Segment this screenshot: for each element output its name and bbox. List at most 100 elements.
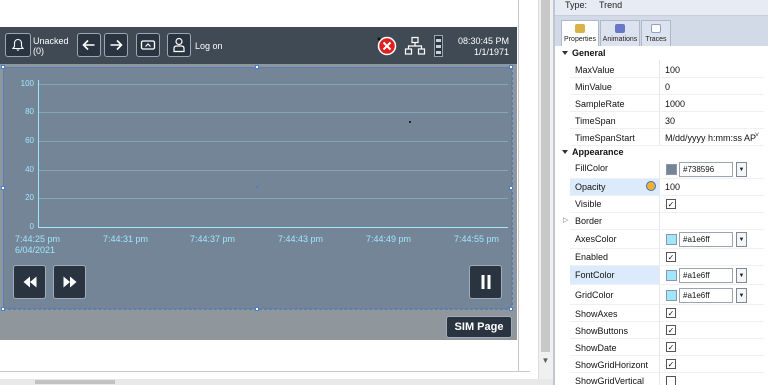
show-grid-vertical-checkbox[interactable] [666,376,676,385]
clock-time: 08:30:45 PM [457,36,509,46]
property-value[interactable]: M/dd/yyyy h:mm:ss AP [665,133,756,143]
dropdown-icon[interactable]: ▼ [736,232,747,247]
user-logon-button[interactable] [167,33,191,57]
connection-error-icon[interactable] [376,36,398,56]
alarm-button[interactable] [5,33,31,57]
property-name: TimeSpanStart [575,133,635,143]
property-name: Border [575,216,603,226]
dropdown-icon[interactable]: ▼ [736,268,747,283]
category-general[interactable]: General [560,46,764,60]
property-name: AxesColor [575,234,617,244]
property-row-showgridhorizontal[interactable]: ShowGridHorizont ✓ [570,356,764,373]
property-row-maxvalue[interactable]: MaxValue 100 [570,61,764,78]
tab-properties[interactable]: Properties [561,20,599,47]
tab-animations-label: Animations [602,36,638,43]
resize-handle[interactable] [1,186,5,190]
property-row-minvalue[interactable]: MinValue 0 [570,78,764,95]
show-buttons-checkbox[interactable]: ✓ [666,325,676,335]
back-button[interactable] [77,33,101,57]
property-row-fontcolor-value[interactable]: #a1e6ff ▼ [570,266,764,285]
canvas-edge [518,0,519,372]
property-row-opacity[interactable]: Opacity [570,179,659,196]
dropdown-icon[interactable]: ▼ [736,162,747,177]
property-name: ShowDate [575,343,617,353]
dropdown-icon[interactable]: ▼ [736,288,747,303]
property-name: ShowAxes [575,309,618,319]
property-row-showbuttons[interactable]: ShowButtons ✓ [570,322,764,339]
property-value[interactable]: 0 [665,82,670,92]
property-name: MaxValue [575,65,615,75]
property-row-timespan[interactable]: TimeSpan 30 [570,112,764,129]
chevron-down-icon[interactable]: ˅ [755,132,759,139]
grid-color-swatch[interactable] [666,290,677,301]
property-name: Opacity [575,182,606,192]
property-row-opacity-value[interactable]: 100 [659,179,764,196]
property-row-timespanstart[interactable]: TimeSpanStart M/dd/yyyy h:mm:ss AP ˅ [570,129,764,146]
property-name: MinValue [575,82,612,92]
property-row-enabled[interactable]: Enabled ✓ [570,249,764,266]
alarm-unacked-count: (0) [33,46,44,56]
category-appearance-label: Appearance [572,147,624,157]
binding-icon[interactable] [646,181,656,191]
fill-color-swatch[interactable] [666,164,677,175]
font-color-value[interactable]: #a1e6ff [679,268,733,283]
property-name: TimeSpan [575,116,616,126]
property-row-visible[interactable]: Visible ✓ [570,196,764,213]
property-row-showdate[interactable]: ShowDate ✓ [570,339,764,356]
resize-handle[interactable] [509,307,513,311]
property-row-axescolor[interactable]: AxesColor #a1e6ff ▼ [570,230,764,249]
tab-animations[interactable]: Animations [600,20,640,46]
show-grid-horizontal-checkbox[interactable]: ✓ [666,359,676,369]
screen-button[interactable] [136,33,160,57]
resize-handle[interactable] [1,65,5,69]
expand-icon[interactable]: ▷ [563,216,568,224]
resize-handle[interactable] [1,307,5,311]
resize-handle[interactable] [255,307,259,311]
category-general-label: General [572,48,606,58]
enabled-checkbox[interactable]: ✓ [666,252,676,262]
font-color-swatch[interactable] [666,270,677,281]
property-row-samplerate[interactable]: SampleRate 1000 [570,95,764,112]
tab-traces[interactable]: Traces [641,20,671,46]
type-row: Type: Trend [555,0,768,16]
property-row-showgridvertical[interactable]: ShowGridVertical [570,373,764,385]
clock-date: 1/1/1971 [473,47,509,57]
property-name: ShowGridHorizont [575,360,649,370]
property-name: Enabled [575,252,609,262]
fill-color-value[interactable]: #738596 [679,162,733,177]
network-icon[interactable] [404,36,426,56]
show-date-checkbox[interactable]: ✓ [666,342,676,352]
vertical-scrollbar-thumb[interactable] [541,0,550,352]
scroll-down-icon[interactable]: ▼ [539,356,552,366]
show-axes-checkbox[interactable]: ✓ [666,308,676,318]
device-status-icon[interactable] [434,35,443,57]
property-row-showaxes[interactable]: ShowAxes ✓ [570,305,764,322]
resize-handle[interactable] [509,65,513,69]
collapse-icon [562,150,568,154]
property-row-gridcolor[interactable]: GridColor #a1e6ff ▼ [570,285,764,305]
arrow-left-icon [82,39,95,51]
collapse-icon [562,51,568,55]
property-name: FillColor [575,163,609,173]
property-name: Visible [575,199,602,209]
property-name: ShowButtons [575,326,629,336]
horizontal-scrollbar-thumb[interactable] [35,380,115,384]
property-row-fillcolor[interactable]: FillColor #738596 ▼ [570,160,764,179]
grid-color-value[interactable]: #a1e6ff [679,288,733,303]
alarm-unacked-label: Unacked [33,36,69,46]
forward-button[interactable] [104,33,128,57]
type-label: Type: [565,0,588,10]
axes-color-swatch[interactable] [666,234,677,245]
visible-checkbox[interactable]: ✓ [666,199,676,209]
property-value[interactable]: 30 [665,116,675,126]
sim-page-button[interactable]: SIM Page [446,316,512,338]
property-name: SampleRate [575,99,625,109]
property-value[interactable]: 1000 [665,99,685,109]
property-value[interactable]: 100 [665,65,680,75]
resize-handle[interactable] [509,186,513,190]
property-row-border[interactable]: ▷ Border [563,213,764,230]
axes-color-value[interactable]: #a1e6ff [679,232,733,247]
category-appearance[interactable]: Appearance [560,146,764,160]
property-value[interactable]: 100 [665,182,680,192]
resize-handle[interactable] [255,65,259,69]
